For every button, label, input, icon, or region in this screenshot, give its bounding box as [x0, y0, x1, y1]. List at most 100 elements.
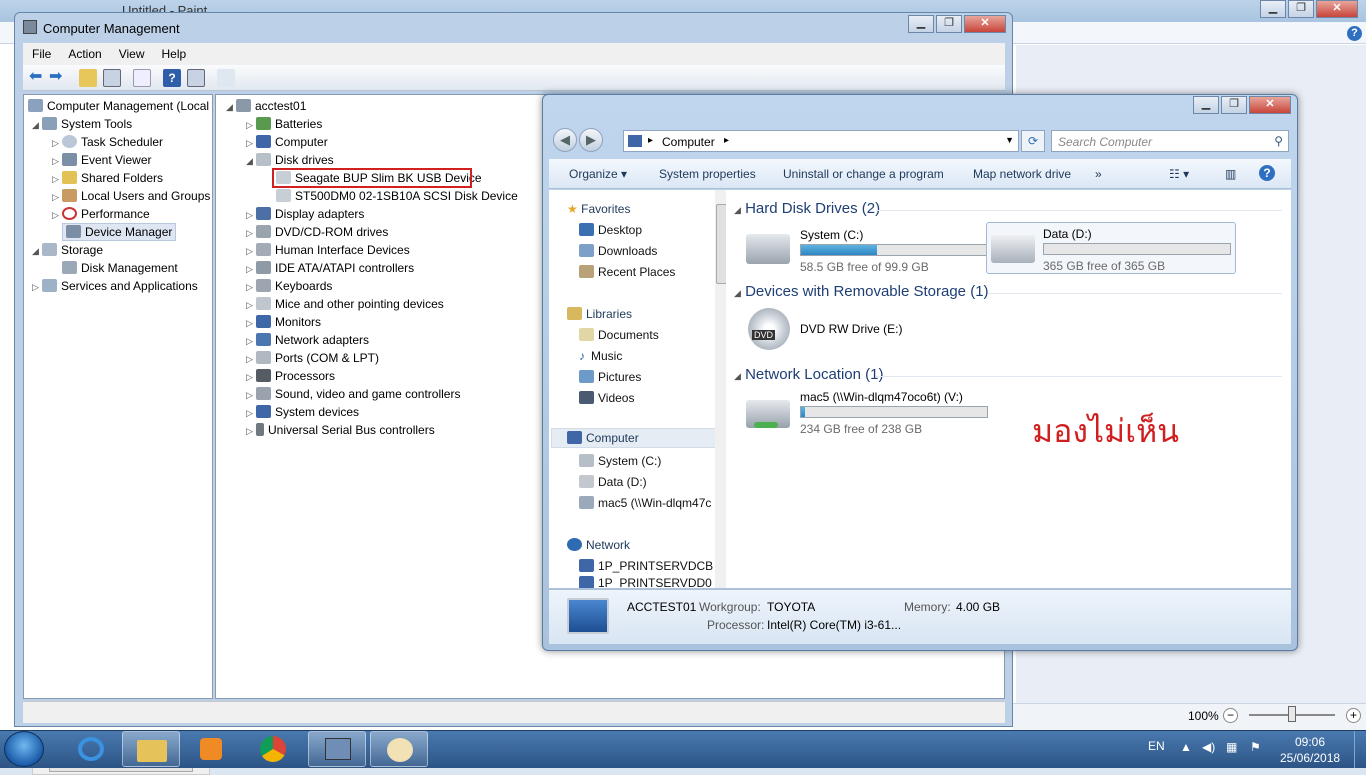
device-category[interactable]: ▷ System devices [246, 405, 359, 419]
start-button[interactable] [4, 731, 44, 767]
nav-recent-places[interactable]: Recent Places [579, 265, 675, 279]
system-properties-button[interactable]: System properties [659, 167, 756, 181]
nav-videos[interactable]: Videos [579, 391, 634, 405]
device-category-disk-drives[interactable]: ◢ Disk drives [246, 153, 334, 167]
device-category[interactable]: ▷ DVD/CD-ROM drives [246, 225, 388, 239]
collapse-arrow-icon[interactable]: ◢ [734, 205, 741, 215]
back-button[interactable]: ◀ [553, 128, 577, 152]
tree-item-disk-management[interactable]: Disk Management [62, 261, 178, 275]
nav-music[interactable]: ♪ Music [579, 349, 622, 363]
nav-data-d[interactable]: Data (D:) [579, 475, 647, 489]
device-category[interactable]: ▷ Human Interface Devices [246, 243, 410, 257]
maximize-button[interactable]: ❐ [1221, 96, 1247, 114]
clock[interactable]: 09:06 25/06/2018 [1280, 734, 1340, 766]
collapsed-arrow-icon[interactable]: ▷ [246, 264, 256, 275]
taskbar-ie[interactable] [62, 731, 120, 767]
taskbar-chrome[interactable] [244, 731, 302, 767]
collapsed-arrow-icon[interactable]: ▷ [246, 390, 256, 401]
minimize-button[interactable]: ▁ [908, 15, 934, 33]
nav-desktop[interactable]: Desktop [579, 223, 642, 237]
view-options-icon[interactable]: ☷ ▾ [1169, 167, 1189, 181]
nav-system-c[interactable]: System (C:) [579, 454, 661, 468]
maximize-button[interactable]: ❐ [936, 15, 962, 33]
device-root[interactable]: ◢ acctest01 [226, 99, 306, 113]
disk-drive-st500[interactable]: ST500DM0 02-1SB10A SCSI Disk Device [276, 189, 518, 203]
collapsed-arrow-icon[interactable]: ▷ [246, 318, 256, 329]
drive-c[interactable]: System (C:) 58.5 GB free of 99.9 GB [746, 228, 988, 274]
nav-mac5[interactable]: mac5 (\\Win-dlqm47c [579, 496, 711, 510]
more-commands-button[interactable]: » [1095, 167, 1102, 181]
nav-computer[interactable]: Computer [567, 431, 639, 445]
taskbar-media-player[interactable] [182, 731, 240, 767]
breadcrumb-arrow-icon[interactable]: ▸ [724, 135, 729, 146]
nav-pictures[interactable]: Pictures [579, 370, 641, 384]
expanded-arrow-icon[interactable]: ◢ [226, 102, 236, 113]
nav-documents[interactable]: Documents [579, 328, 659, 342]
device-category[interactable]: ▷ Monitors [246, 315, 321, 329]
collapsed-arrow-icon[interactable]: ▷ [52, 210, 62, 221]
nav-network[interactable]: Network [567, 538, 630, 552]
collapsed-arrow-icon[interactable]: ▷ [52, 174, 62, 185]
collapsed-arrow-icon[interactable]: ▷ [246, 120, 256, 131]
menu-file[interactable]: File [23, 43, 59, 61]
device-category[interactable]: ▷ Processors [246, 369, 335, 383]
device-category[interactable]: ▷ Network adapters [246, 333, 369, 347]
drive-d[interactable]: Data (D:) 365 GB free of 365 GB [986, 222, 1236, 274]
scan-hardware-icon[interactable] [217, 69, 235, 87]
tree-item-storage[interactable]: ◢ Storage [32, 243, 103, 257]
show-desktop-button[interactable] [1354, 731, 1366, 768]
device-category[interactable]: ▷ Keyboards [246, 279, 332, 293]
uninstall-program-button[interactable]: Uninstall or change a program [783, 167, 944, 181]
show-hidden-icons[interactable]: ▲ [1180, 740, 1192, 754]
collapse-arrow-icon[interactable]: ◢ [734, 371, 741, 381]
language-indicator[interactable]: EN [1148, 739, 1165, 753]
collapsed-arrow-icon[interactable]: ▷ [52, 156, 62, 167]
volume-icon[interactable]: ◀) [1202, 740, 1215, 754]
tree-item-device-manager[interactable]: Device Manager [62, 223, 177, 241]
tree-item-event-viewer[interactable]: ▷ Event Viewer [52, 153, 151, 167]
menu-action[interactable]: Action [59, 43, 109, 61]
drive-v[interactable]: mac5 (\\Win-dlqm47oco6t) (V:) 234 GB fre… [746, 390, 988, 436]
menu-view[interactable]: View [110, 43, 153, 61]
action-center-icon[interactable]: ⚑ [1250, 740, 1261, 754]
collapsed-arrow-icon[interactable]: ▷ [246, 138, 256, 149]
chevron-down-icon[interactable]: ▼ [1005, 135, 1014, 145]
organize-button[interactable]: Organize ▾ [569, 167, 627, 181]
collapsed-arrow-icon[interactable]: ▷ [52, 192, 62, 203]
collapsed-arrow-icon[interactable]: ▷ [246, 300, 256, 311]
collapsed-arrow-icon[interactable]: ▷ [246, 210, 256, 221]
collapsed-arrow-icon[interactable]: ▷ [246, 354, 256, 365]
nav-libraries[interactable]: Libraries [567, 307, 632, 321]
close-button[interactable]: ✕ [1249, 96, 1291, 114]
taskbar-computer-management[interactable] [308, 731, 366, 767]
help-icon[interactable]: ? [1347, 26, 1362, 41]
device-category[interactable]: ▷ Computer [246, 135, 328, 149]
expanded-arrow-icon[interactable]: ◢ [32, 120, 42, 131]
nav-downloads[interactable]: Downloads [579, 244, 657, 258]
network-status-icon[interactable]: ▦ [1226, 740, 1237, 754]
refresh-button[interactable]: ⟳ [1021, 130, 1045, 152]
close-button[interactable]: ✕ [1316, 0, 1358, 18]
collapsed-arrow-icon[interactable]: ▷ [246, 282, 256, 293]
map-network-drive-button[interactable]: Map network drive [973, 167, 1071, 181]
minimize-button[interactable]: ▁ [1193, 96, 1219, 114]
device-category[interactable]: ▷ Sound, video and game controllers [246, 387, 460, 401]
collapsed-arrow-icon[interactable]: ▷ [246, 408, 256, 419]
device-category[interactable]: ▷ IDE ATA/ATAPI controllers [246, 261, 414, 275]
tree-item-root[interactable]: Computer Management (Local [28, 99, 209, 113]
up-folder-icon[interactable] [79, 69, 97, 87]
show-hide-tree-icon[interactable] [103, 69, 121, 87]
device-category[interactable]: ▷ Ports (COM & LPT) [246, 351, 379, 365]
tree-item-task-scheduler[interactable]: ▷ Task Scheduler [52, 135, 163, 149]
address-bar[interactable]: ▸ Computer ▸ ▼ [623, 130, 1019, 152]
maximize-button[interactable]: ❐ [1288, 0, 1314, 18]
group-network-location[interactable]: ◢ Network Location (1) [734, 366, 884, 383]
help-icon[interactable]: ? [163, 69, 181, 87]
collapsed-arrow-icon[interactable]: ▷ [246, 372, 256, 383]
collapsed-arrow-icon[interactable]: ▷ [246, 228, 256, 239]
group-hard-disk-drives[interactable]: ◢ Hard Disk Drives (2) [734, 200, 880, 217]
tree-item-system-tools[interactable]: ◢ System Tools [32, 117, 132, 131]
taskbar-paint[interactable] [370, 731, 428, 767]
zoom-in-button[interactable]: + [1346, 708, 1361, 723]
expanded-arrow-icon[interactable]: ◢ [32, 246, 42, 257]
